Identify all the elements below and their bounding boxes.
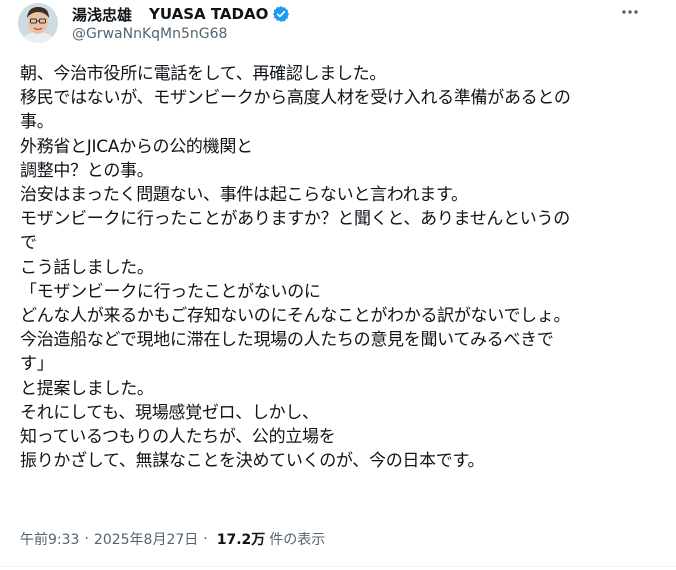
tweet-text: 朝、今治市役所に電話をして、再確認しました。 移民ではないが、モザンビークから高… bbox=[20, 62, 645, 473]
tweet-line: 事。 bbox=[20, 112, 54, 133]
tweet-line: 調整中？との事。 bbox=[20, 160, 154, 181]
author-name-row[interactable]: 湯浅忠雄 YUASA TADAO bbox=[72, 4, 290, 24]
views-label: 件の表示 bbox=[269, 532, 326, 548]
tweet-meta: 午前9:33 · 2025年8月27日 · 17.2万 件の表示 bbox=[20, 529, 325, 549]
tweet-line: 今治造船などで現地に滞在した現場の人たちの意見を聞いてみるべきで bbox=[20, 330, 554, 351]
tweet-line: モザンビークに行ったことがありますか？と聞くと、ありませんというの bbox=[20, 209, 570, 230]
tweet-line: どんな人が来るかもご存知ないのにそんなことがわかる訳がないでしょ。 bbox=[20, 306, 571, 327]
verified-badge-icon bbox=[272, 5, 290, 23]
author-name[interactable]: 湯浅忠雄 bbox=[72, 4, 132, 25]
tweet-line: 「モザンビークに行ったことがないのに bbox=[20, 281, 321, 302]
tweet-line: 知っているつもりの人たちが、公的立場を bbox=[20, 427, 336, 448]
tweet-line: 治安はまったく問題ない、事件は起こらないと言われます。 bbox=[20, 185, 468, 206]
tweet-line: す」 bbox=[20, 354, 54, 375]
tweet-line: それにしても、現場感覚ゼロ、しかし、 bbox=[20, 402, 319, 423]
meta-separator: · bbox=[203, 531, 208, 547]
author-handle[interactable]: @GrwaNnKqMn5nG68 bbox=[72, 26, 227, 42]
tweet-time[interactable]: 午前9:33 bbox=[20, 529, 79, 549]
tweet-line: 朝、今治市役所に電話をして、再確認しました。 bbox=[20, 64, 387, 84]
tweet-line: 移民ではないが、モザンビークから高度人材を受け入れる準備があるとの bbox=[20, 88, 571, 109]
tweet-line: と提案しました。 bbox=[20, 378, 154, 399]
avatar[interactable] bbox=[18, 3, 58, 43]
meta-separator: · bbox=[84, 531, 89, 547]
divider bbox=[0, 566, 676, 567]
author-name-latin[interactable]: YUASA TADAO bbox=[149, 5, 268, 23]
avatar-image bbox=[18, 3, 58, 43]
tweet-line: こう話しました。 bbox=[20, 257, 154, 278]
tweet-line: で bbox=[20, 233, 37, 254]
tweet-line: 振りかざして、無謀なことを決めていくのが、今の日本です。 bbox=[20, 451, 485, 472]
tweet-line: 外務省とJICAからの公的機関と bbox=[20, 136, 253, 157]
more-dots-icon[interactable] bbox=[618, 2, 642, 22]
views-count: 17.2万 bbox=[216, 532, 266, 548]
tweet-date[interactable]: 2025年8月27日 bbox=[94, 529, 198, 549]
